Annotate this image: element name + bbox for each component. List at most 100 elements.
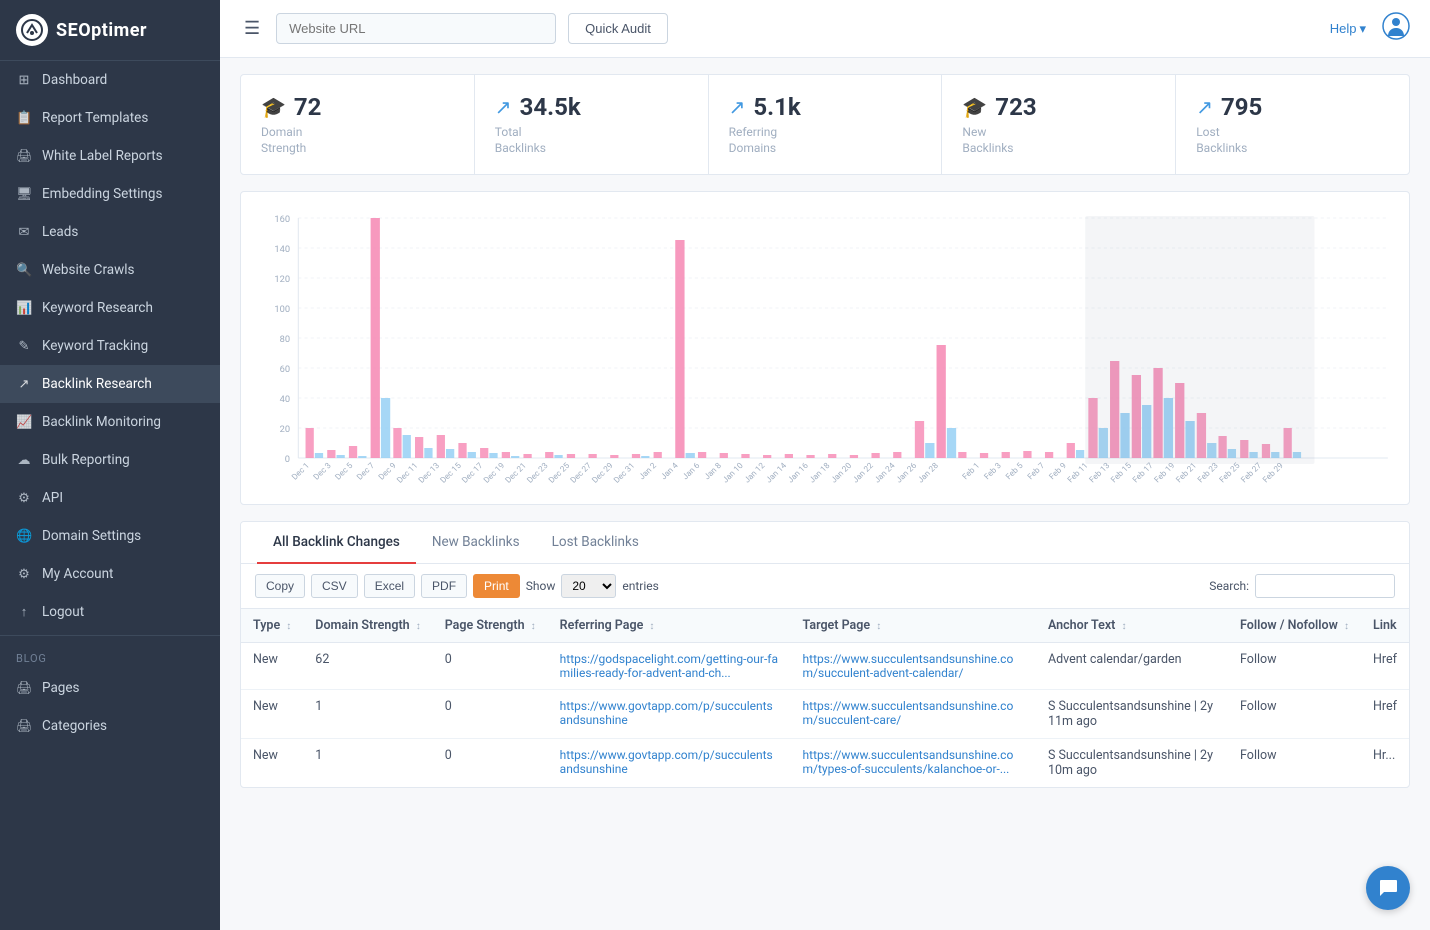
tab-all-backlink-changes[interactable]: All Backlink Changes	[257, 522, 416, 564]
sidebar-item-label: Leads	[42, 224, 78, 240]
copy-button[interactable]: Copy	[255, 574, 305, 598]
stat-value-new-backlinks: 723	[995, 93, 1036, 121]
svg-text:140: 140	[274, 245, 290, 255]
blog-section-label: Blog	[0, 640, 220, 669]
cell-follow: Follow	[1228, 643, 1361, 690]
cell-target-page[interactable]: https://www.succulentsandsunshine.com/su…	[791, 690, 1036, 739]
sidebar-item-report-templates[interactable]: 📋 Report Templates	[0, 99, 220, 137]
print-button[interactable]: Print	[473, 574, 520, 598]
sidebar-item-label: Pages	[42, 680, 80, 696]
col-header-target-page[interactable]: Target Page ↕	[791, 609, 1036, 643]
pdf-button[interactable]: PDF	[421, 574, 467, 598]
hamburger-button[interactable]: ☰	[240, 14, 264, 43]
cell-referring-page[interactable]: https://www.govtapp.com/p/succulentsands…	[548, 739, 791, 788]
cell-target-page[interactable]: https://www.succulentsandsunshine.com/su…	[791, 643, 1036, 690]
stat-value-referring-domains: 5.1k	[753, 93, 800, 121]
main-area: ☰ Quick Audit Help ▾ 🎓 72	[220, 0, 1430, 930]
stat-value-domain-strength: 72	[294, 93, 322, 121]
stat-card-referring-domains: ↗ 5.1k ReferringDomains	[709, 75, 943, 174]
chat-button[interactable]	[1366, 866, 1410, 910]
backlink-monitoring-icon: 📈	[16, 415, 32, 430]
svg-text:Jan 24: Jan 24	[872, 460, 897, 484]
cell-anchor-text: S Succulentsandsunshine | 2y 10m ago	[1036, 739, 1228, 788]
entries-select[interactable]: 20 50 100	[561, 574, 616, 598]
col-header-domain-strength[interactable]: Domain Strength ↕	[303, 609, 432, 643]
excel-button[interactable]: Excel	[364, 574, 415, 598]
backlink-research-icon: ↗	[16, 377, 32, 392]
svg-text:Feb 21: Feb 21	[1173, 461, 1198, 485]
table-section: All Backlink Changes New Backlinks Lost …	[240, 521, 1410, 788]
svg-text:Dec 23: Dec 23	[524, 460, 549, 485]
search-input[interactable]	[1255, 574, 1395, 598]
cell-target-page[interactable]: https://www.succulentsandsunshine.com/ty…	[791, 739, 1036, 788]
cell-page-strength: 0	[433, 690, 548, 739]
bulk-reporting-icon: ☁	[16, 453, 32, 468]
svg-text:Jan 18: Jan 18	[807, 460, 832, 484]
quick-audit-button[interactable]: Quick Audit	[568, 13, 668, 44]
col-header-anchor-text[interactable]: Anchor Text ↕	[1036, 609, 1228, 643]
sidebar-item-dashboard[interactable]: ⊞ Dashboard	[0, 61, 220, 99]
svg-text:Dec 29: Dec 29	[590, 460, 615, 485]
cell-link: Href	[1361, 690, 1409, 739]
stat-label-total-backlinks: TotalBacklinks	[495, 125, 688, 156]
sidebar-item-label: Backlink Research	[42, 376, 152, 392]
sidebar-item-embedding-settings[interactable]: 🖥 Embedding Settings	[0, 175, 220, 213]
col-header-type[interactable]: Type ↕	[241, 609, 303, 643]
sidebar-item-domain-settings[interactable]: 🌐 Domain Settings	[0, 517, 220, 555]
cell-page-strength: 0	[433, 739, 548, 788]
col-header-link[interactable]: Link	[1361, 609, 1409, 643]
sidebar-item-leads[interactable]: ✉ Leads	[0, 213, 220, 251]
sidebar-item-label: Keyword Tracking	[42, 338, 148, 354]
search-label: Search:	[1209, 579, 1249, 593]
sidebar-item-label: Logout	[42, 604, 84, 620]
svg-text:Dec 1: Dec 1	[289, 461, 311, 482]
sidebar-item-backlink-research[interactable]: ↗ Backlink Research	[0, 365, 220, 403]
help-button[interactable]: Help ▾	[1330, 21, 1366, 37]
svg-text:Jan 22: Jan 22	[850, 460, 875, 484]
svg-text:160: 160	[274, 215, 290, 225]
svg-text:Jan 16: Jan 16	[785, 460, 810, 484]
sidebar-item-api[interactable]: ⚙ API	[0, 479, 220, 517]
svg-text:80: 80	[280, 335, 290, 345]
domain-settings-icon: 🌐	[16, 529, 32, 544]
csv-button[interactable]: CSV	[311, 574, 358, 598]
sidebar-item-logout[interactable]: ↑ Logout	[0, 593, 220, 631]
sidebar-item-website-crawls[interactable]: 🔍 Website Crawls	[0, 251, 220, 289]
sidebar-item-white-label-reports[interactable]: 🖨 White Label Reports	[0, 137, 220, 175]
sidebar-item-label: White Label Reports	[42, 148, 163, 164]
sidebar-item-my-account[interactable]: ⚙ My Account	[0, 555, 220, 593]
sidebar-item-pages[interactable]: 🖨 Pages	[0, 669, 220, 707]
sidebar-item-bulk-reporting[interactable]: ☁ Bulk Reporting	[0, 441, 220, 479]
show-label: Show	[526, 579, 556, 593]
tab-lost-backlinks[interactable]: Lost Backlinks	[536, 522, 655, 564]
logout-icon: ↑	[16, 604, 32, 620]
cell-referring-page[interactable]: https://godspacelight.com/getting-our-fa…	[548, 643, 791, 690]
sidebar-divider	[0, 635, 220, 636]
referring-domains-icon: ↗	[729, 95, 746, 119]
url-input[interactable]	[276, 13, 556, 44]
sidebar-item-keyword-research[interactable]: 📊 Keyword Research	[0, 289, 220, 327]
cell-domain-strength: 62	[303, 643, 432, 690]
sidebar-item-label: Categories	[42, 718, 107, 734]
cell-referring-page[interactable]: https://www.govtapp.com/p/succulentsands…	[548, 690, 791, 739]
sidebar-item-categories[interactable]: 🖨 Categories	[0, 707, 220, 745]
user-avatar-button[interactable]	[1382, 12, 1410, 46]
svg-text:100: 100	[274, 305, 290, 315]
svg-text:Dec 3: Dec 3	[311, 460, 333, 482]
svg-text:40: 40	[280, 395, 290, 405]
header-right: Help ▾	[1330, 12, 1410, 46]
cell-anchor-text: Advent calendar/garden	[1036, 643, 1228, 690]
chart-container: 0 20 40 60 80 100 120 140 160	[240, 191, 1410, 505]
svg-text:Feb 11: Feb 11	[1065, 461, 1090, 485]
sidebar-item-label: Website Crawls	[42, 262, 135, 278]
sidebar-item-label: Embedding Settings	[42, 186, 162, 202]
col-header-follow-nofollow[interactable]: Follow / Nofollow ↕	[1228, 609, 1361, 643]
sidebar-item-keyword-tracking[interactable]: ✎ Keyword Tracking	[0, 327, 220, 365]
website-crawls-icon: 🔍	[16, 263, 32, 278]
col-header-page-strength[interactable]: Page Strength ↕	[433, 609, 548, 643]
sidebar-item-label: Bulk Reporting	[42, 452, 130, 468]
chart-svg: 0 20 40 60 80 100 120 140 160	[257, 208, 1393, 488]
col-header-referring-page[interactable]: Referring Page ↕	[548, 609, 791, 643]
sidebar-item-backlink-monitoring[interactable]: 📈 Backlink Monitoring	[0, 403, 220, 441]
tab-new-backlinks[interactable]: New Backlinks	[416, 522, 536, 564]
